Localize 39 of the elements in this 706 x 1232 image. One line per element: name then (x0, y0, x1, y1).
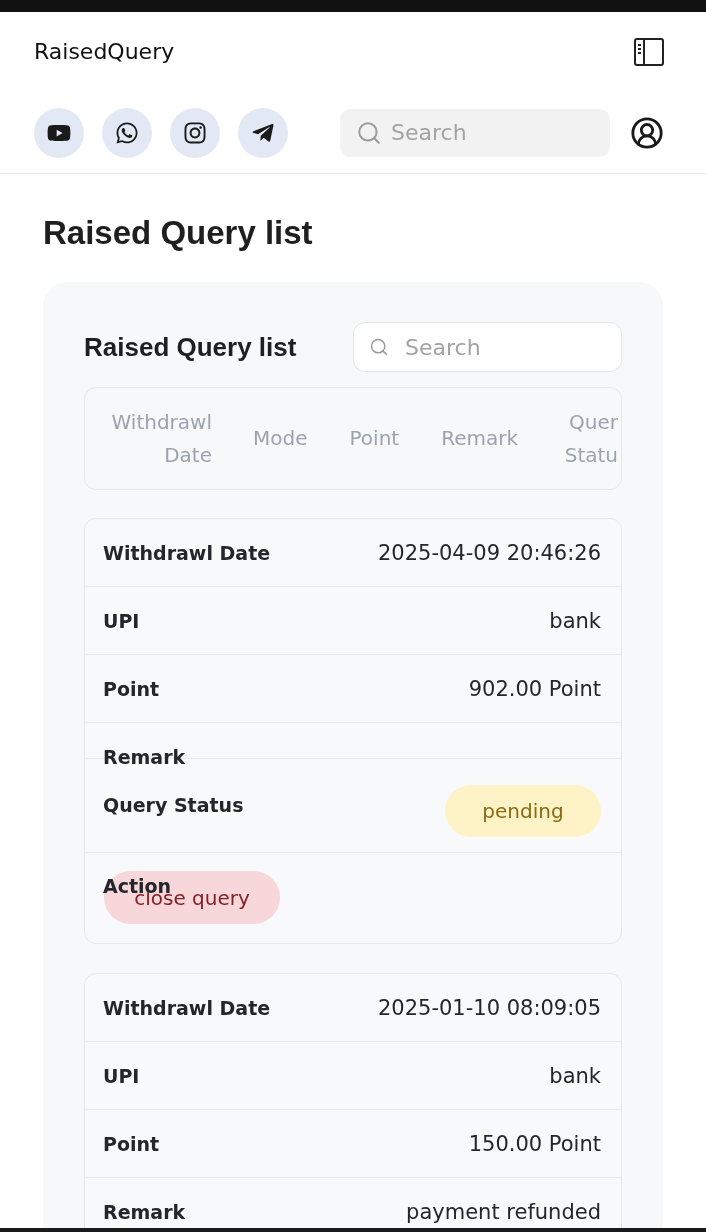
search-field[interactable]: Search (340, 108, 610, 157)
video-link-button[interactable] (34, 107, 84, 158)
sidebar-icon (634, 38, 664, 66)
user-icon (630, 115, 664, 150)
field-value: 902.00 Point (468, 676, 601, 701)
user-account-button[interactable] (630, 115, 664, 150)
column-header: Remark (440, 425, 520, 452)
search-icon (369, 337, 389, 357)
column-header: Mode (252, 425, 309, 452)
field-label: UPI (103, 1063, 140, 1088)
field-value: 150.00 Point (468, 1131, 601, 1156)
field-label: Query Status (103, 793, 244, 817)
chat-link-button[interactable] (102, 107, 152, 158)
photo-link-button[interactable] (170, 107, 220, 158)
field-value: 2025-04-09 20:46:26 (377, 540, 601, 565)
page-title: Raised Query list (43, 213, 313, 253)
status-badge: pending (445, 785, 601, 837)
field-label: Remark (103, 1200, 186, 1224)
field-label: Withdrawl Date (103, 995, 271, 1020)
column-header: Quer Statu (563, 408, 619, 469)
field-value: bank (549, 608, 601, 633)
field-label: Point (103, 676, 160, 701)
sidebar-toggle-button[interactable] (634, 38, 664, 66)
chat-phone-icon (115, 120, 139, 145)
field-value: 2025-01-10 08:09:05 (377, 995, 601, 1020)
field-label: UPI (103, 608, 140, 633)
field-label: Withdrawl Date (103, 540, 271, 565)
field-value: bank (549, 1063, 601, 1088)
camera-icon (183, 120, 207, 145)
field-label: Remark (103, 745, 186, 769)
message-link-button[interactable] (238, 107, 288, 158)
app-title: RaisedQuery (34, 38, 175, 66)
column-header: Withdrawl Date (110, 408, 213, 469)
panel-search-field[interactable]: Search (353, 322, 622, 372)
column-header: Point (348, 425, 401, 452)
field-label: Point (103, 1131, 160, 1156)
search-icon (356, 119, 382, 146)
panel-title: Raised Query list (84, 332, 297, 362)
field-value: payment refunded (406, 1200, 601, 1224)
